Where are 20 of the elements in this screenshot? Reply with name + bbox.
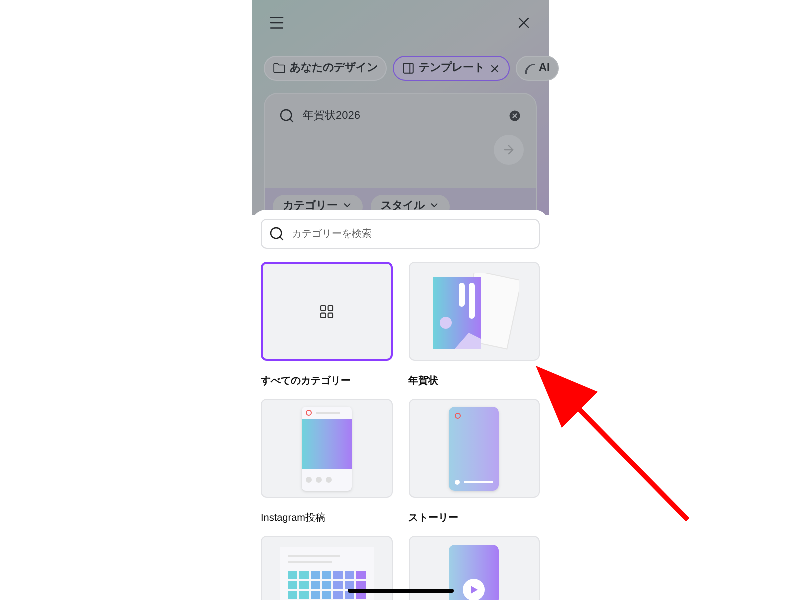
remove-icon[interactable] — [489, 62, 501, 74]
filter-chip[interactable]: あなたのデザイン — [264, 56, 387, 81]
filter-chip[interactable]: テンプレート — [393, 56, 510, 81]
category-label: ストーリー — [408, 513, 458, 524]
category-label: すべてのカテゴリー — [261, 376, 351, 387]
menu-icon[interactable] — [268, 14, 286, 32]
search-icon — [279, 108, 295, 124]
video-drawing — [449, 545, 500, 600]
category-search-field[interactable]: カテゴリーを検索 — [261, 219, 540, 249]
panel-icon — [402, 62, 415, 75]
search-icon — [269, 226, 285, 242]
folder-icon — [273, 62, 286, 75]
category-label: 年賀状 — [408, 376, 438, 387]
arrow-icon — [502, 142, 516, 156]
filter-chip[interactable]: AI — [516, 56, 559, 81]
search-value[interactable]: 年賀状2026 — [303, 108, 500, 124]
category-tile[interactable] — [261, 262, 392, 361]
clear-icon[interactable] — [508, 109, 522, 124]
grid-icon — [318, 304, 335, 320]
category-label: Instagram投稿 — [261, 513, 326, 524]
